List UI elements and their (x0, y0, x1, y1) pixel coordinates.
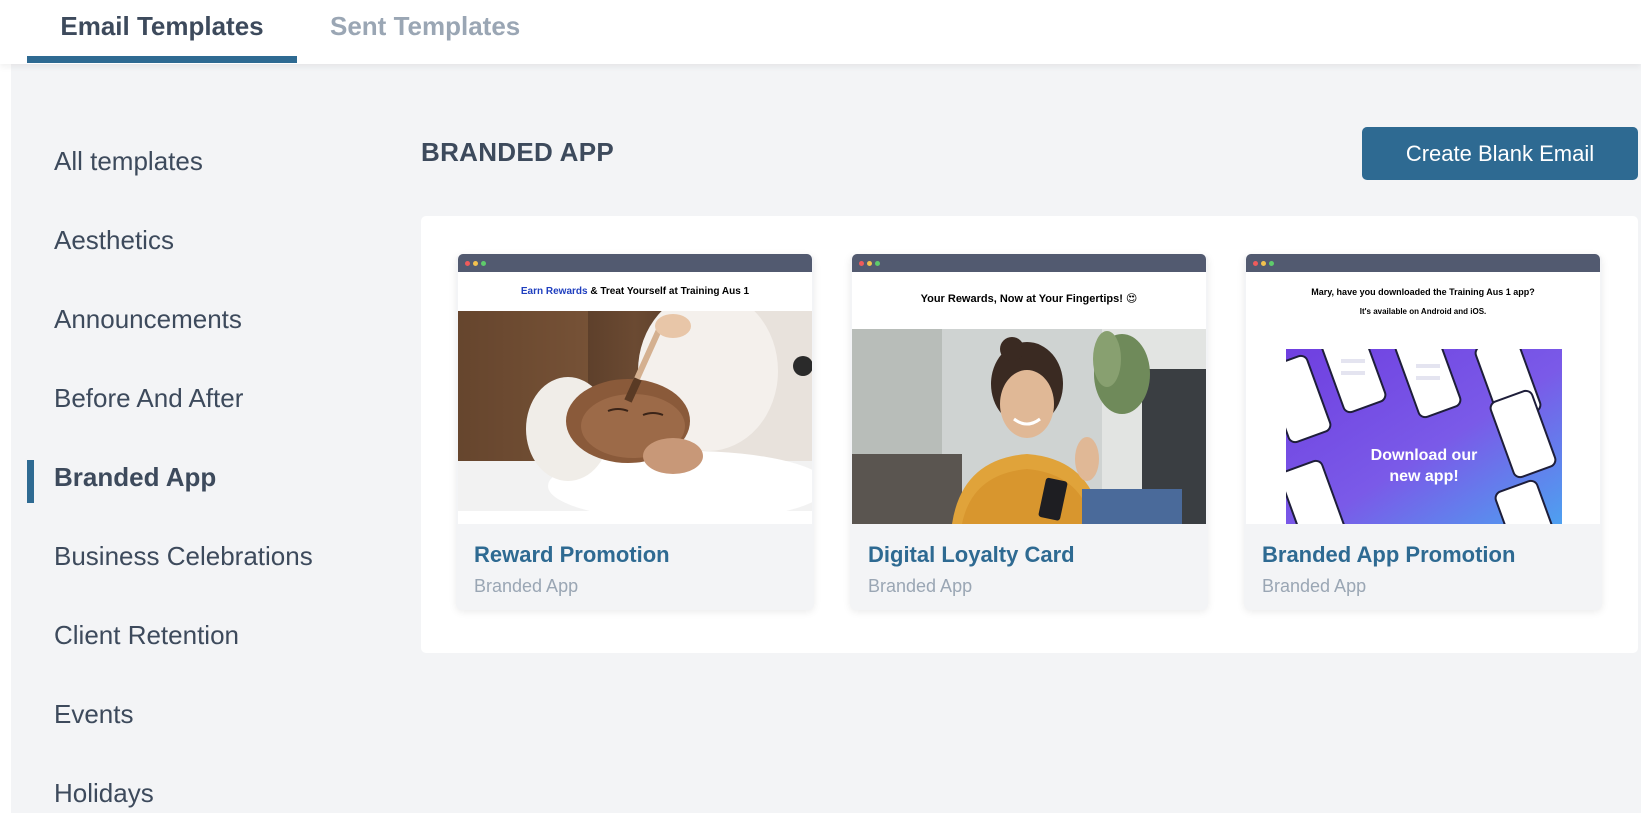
preview-headline: Your Rewards, Now at Your Fingertips! 😍 (920, 293, 1138, 305)
section-title: BRANDED APP (421, 137, 615, 167)
window-dot-icon (1269, 261, 1274, 266)
template-title: Digital Loyalty Card (868, 542, 1075, 567)
create-blank-email-button[interactable]: Create Blank Email (1362, 127, 1638, 180)
preview-window-chrome (852, 254, 1206, 272)
tab-sent-templates[interactable]: Sent Templates (330, 0, 520, 64)
sidebar-item-holidays[interactable]: Holidays (54, 778, 154, 809)
active-tab-underline (27, 56, 297, 63)
window-dot-icon (473, 261, 478, 266)
preview-window-chrome (458, 254, 812, 272)
sidebar-item-before-and-after[interactable]: Before And After (54, 383, 243, 414)
sidebar-item-all-templates[interactable]: All templates (54, 146, 203, 177)
template-card-branded-app-promotion[interactable]: Mary, have you downloaded the Training A… (1244, 254, 1602, 610)
window-dot-icon (465, 261, 470, 266)
templates-panel: Earn Rewards & Treat Yourself at Trainin… (421, 216, 1638, 653)
tab-email-templates[interactable]: Email Templates (27, 0, 297, 64)
template-category: Branded App (1262, 576, 1367, 596)
template-category: Branded App (474, 576, 579, 596)
window-dot-icon (1253, 261, 1258, 266)
tab-sent-templates-label: Sent Templates (330, 11, 521, 41)
sidebar-item-aesthetics[interactable]: Aesthetics (54, 225, 174, 256)
window-dot-icon (867, 261, 872, 266)
preview-subline: It's available on Android and iOS. (1359, 307, 1487, 316)
sidebar-item-announcements[interactable]: Announcements (54, 304, 242, 335)
preview-window-chrome (1246, 254, 1600, 272)
app-download-banner: Download our new app! (1286, 349, 1562, 524)
tab-email-templates-label: Email Templates (60, 11, 264, 41)
window-dot-icon (1261, 261, 1266, 266)
sidebar-item-business-celebrations[interactable]: Business Celebrations (54, 541, 313, 572)
window-dot-icon (859, 261, 864, 266)
preview-headline-rest: & Treat Yourself at Training Aus 1 (587, 286, 750, 297)
banner-line-1: Download our (1370, 447, 1478, 464)
sidebar-item-events[interactable]: Events (54, 699, 134, 730)
window-dot-icon (875, 261, 880, 266)
facial-treatment-image (458, 311, 812, 511)
preview-headline-accent: Earn Rewards (520, 286, 588, 297)
template-title: Reward Promotion (474, 542, 670, 567)
sidebar-item-client-retention[interactable]: Client Retention (54, 620, 239, 651)
template-preview: Your Rewards, Now at Your Fingertips! 😍 (852, 254, 1206, 524)
template-title: Branded App Promotion (1262, 542, 1516, 567)
sidebar-active-indicator (27, 460, 34, 503)
template-card-reward-promotion[interactable]: Earn Rewards & Treat Yourself at Trainin… (456, 254, 814, 610)
preview-headline: Earn Rewards & Treat Yourself at Trainin… (458, 286, 812, 297)
template-card-digital-loyalty-card[interactable]: Your Rewards, Now at Your Fingertips! 😍 (850, 254, 1208, 610)
window-dot-icon (481, 261, 486, 266)
banner-line-2: new app! (1389, 468, 1459, 485)
top-tab-bar: Email Templates Sent Templates (0, 0, 1641, 64)
sidebar-item-branded-app[interactable]: Branded App (54, 462, 216, 493)
banner-text: Download our new app! (1286, 445, 1562, 487)
woman-with-phone-image (852, 329, 1206, 524)
template-category: Branded App (868, 576, 973, 596)
template-preview: Mary, have you downloaded the Training A… (1246, 254, 1600, 524)
preview-headline: Mary, have you downloaded the Training A… (1311, 287, 1535, 297)
template-preview: Earn Rewards & Treat Yourself at Trainin… (458, 254, 812, 524)
